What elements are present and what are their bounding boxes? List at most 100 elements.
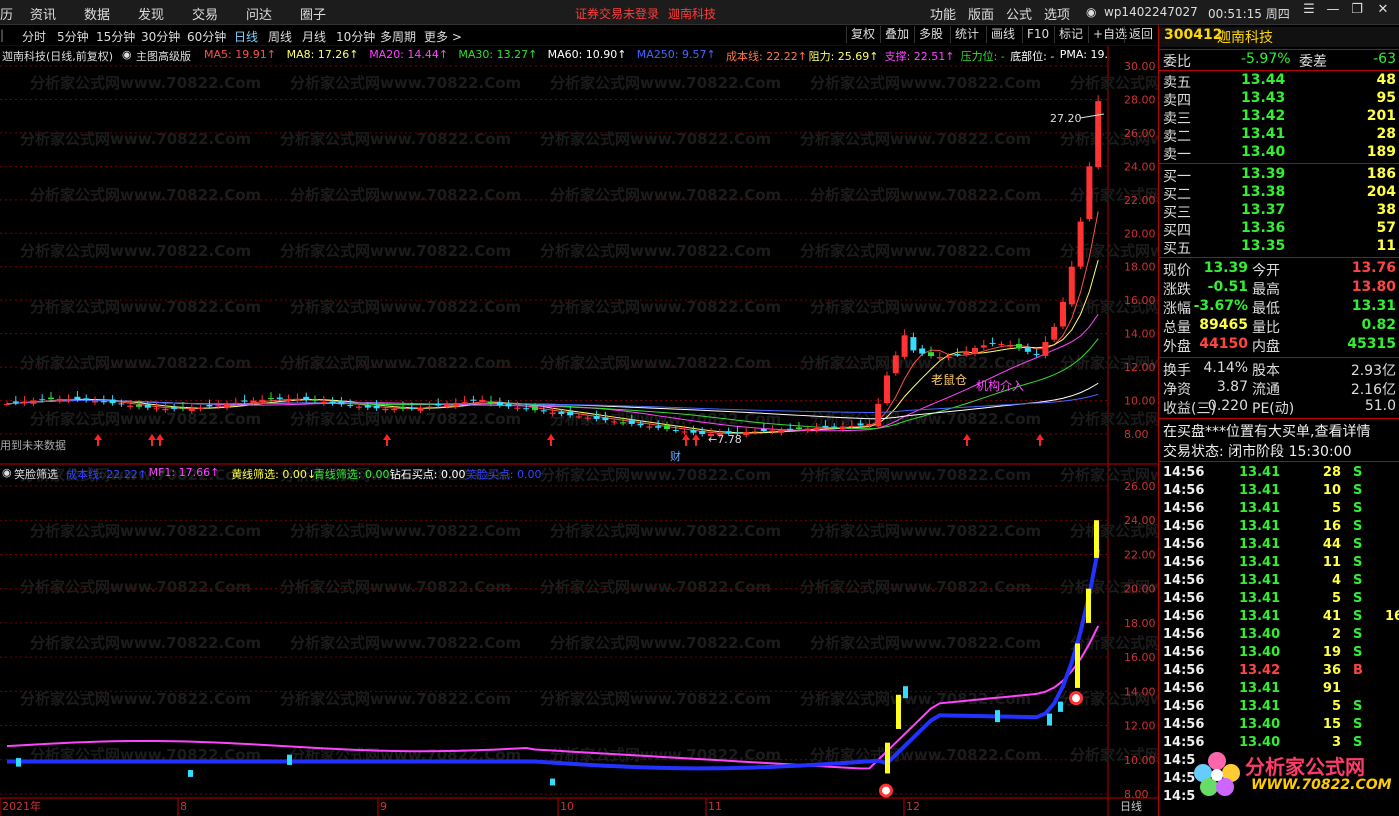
main-indicator-6[interactable]: 成本线: 22.22↑ bbox=[726, 48, 807, 63]
site-logo: 分析家公式网 WWW.70822.COM bbox=[1189, 747, 1399, 799]
candle-body bbox=[848, 425, 855, 427]
stock-title-link[interactable]: 迦南科技 bbox=[668, 5, 716, 22]
tool-adjust[interactable]: 复权 bbox=[846, 26, 879, 43]
period-15min[interactable]: 15分钟 bbox=[96, 28, 135, 45]
ask-row-2[interactable]: 卖二 13.41 28 bbox=[1159, 126, 1399, 145]
sub-y-tick: 20.00 bbox=[1124, 583, 1156, 596]
ask-row-5[interactable]: 卖五 13.44 48 bbox=[1159, 72, 1399, 91]
candle-body bbox=[338, 400, 345, 405]
period-5min[interactable]: 5分钟 bbox=[57, 28, 89, 45]
cyan-bar bbox=[16, 758, 21, 767]
sub-y-tick: 24.00 bbox=[1124, 514, 1156, 527]
candle-body bbox=[162, 408, 169, 411]
sub-indicator-3[interactable]: 青线筛选: 0.00 bbox=[314, 466, 390, 481]
buy-arrow-icon bbox=[94, 434, 102, 446]
tool-back[interactable]: 返回 bbox=[1124, 26, 1157, 43]
period-60min[interactable]: 60分钟 bbox=[187, 28, 226, 45]
period-30min[interactable]: 30分钟 bbox=[141, 28, 180, 45]
big-order-notice[interactable]: 在买盘***位置有大买单,查看详情 bbox=[1159, 421, 1399, 440]
bid-row-2[interactable]: 买二 13.38 204 bbox=[1159, 184, 1399, 203]
tool-draw[interactable]: 画线 bbox=[986, 26, 1019, 43]
sub-indicator-1[interactable]: MF1: 17.66↑ bbox=[149, 466, 220, 479]
main-indicator-2[interactable]: MA20: 14.44↑ bbox=[369, 48, 448, 61]
sub-indicator-2[interactable]: 黄线筛选: 0.00↓ bbox=[231, 466, 316, 481]
main-indicator-10[interactable]: 底部位: - bbox=[1010, 48, 1054, 63]
period-daily[interactable]: 日线 bbox=[234, 28, 258, 45]
trade-status: 交易状态: 闭市阶段 15:30:00 bbox=[1163, 444, 1352, 460]
candle-body bbox=[963, 351, 970, 355]
sub-indicator-5[interactable]: 笑脸买点: 0.00 bbox=[466, 466, 542, 481]
ask-row-4[interactable]: 卖四 13.43 95 bbox=[1159, 90, 1399, 109]
candle-body bbox=[602, 417, 609, 421]
menu-item-formula[interactable]: 公式 bbox=[1006, 4, 1032, 23]
main-indicator-line: 迦南科技(日线,前复权) ◉ 主图高级版 MA5: 19.91↑ MA8: 17.… bbox=[0, 47, 1108, 63]
sub-template-icon[interactable]: ◉ bbox=[2, 466, 12, 479]
sub-chart-title[interactable]: 笑脸筛选 bbox=[14, 466, 58, 481]
menu-item-options[interactable]: 选项 bbox=[1044, 4, 1070, 23]
candle-body bbox=[928, 352, 934, 356]
candle-body bbox=[875, 403, 882, 427]
menu-item-ask[interactable]: 问达 bbox=[246, 4, 272, 23]
cyan-bar bbox=[995, 710, 1000, 723]
menu-item-info[interactable]: 资讯 bbox=[30, 4, 56, 23]
period-weekly[interactable]: 周线 bbox=[268, 28, 292, 45]
main-chart-title[interactable]: 迦南科技(日线,前复权) bbox=[2, 48, 113, 63]
menu-item-layout[interactable]: 版面 bbox=[968, 4, 994, 23]
main-indicator-5[interactable]: MA250: 9.57↑ bbox=[637, 48, 716, 61]
close-icon[interactable]: ✕ bbox=[1370, 2, 1396, 22]
main-indicator-11[interactable]: PMA: 19.9◇ bbox=[1060, 48, 1108, 61]
menu-item-function[interactable]: 功能 bbox=[930, 4, 956, 23]
period-intraday[interactable]: 分时 bbox=[22, 28, 46, 45]
menu-item-circle[interactable]: 圈子 bbox=[300, 4, 326, 23]
smiley-inner bbox=[882, 786, 890, 795]
sub-indicator-0[interactable]: 成本线: 22.22↑ bbox=[66, 466, 147, 481]
period-left-icon[interactable]: | bbox=[0, 28, 4, 42]
ask-row-3[interactable]: 卖三 13.42 201 bbox=[1159, 108, 1399, 127]
template-icon[interactable]: ◉ bbox=[122, 48, 132, 61]
main-indicator-3[interactable]: MA30: 13.27↑ bbox=[458, 48, 537, 61]
main-indicator-1[interactable]: MA8: 17.26↑ bbox=[287, 48, 359, 61]
template-name[interactable]: 主图高级版 bbox=[136, 48, 191, 63]
kline-chart[interactable]: 分析家公式网www.70822.Com 分析家公式网www.70822.Com 分析… bbox=[0, 46, 1158, 816]
bid-row-3[interactable]: 买三 13.37 38 bbox=[1159, 202, 1399, 221]
period-monthly[interactable]: 月线 bbox=[302, 28, 326, 45]
candle-body bbox=[989, 342, 996, 344]
candle-body bbox=[540, 410, 547, 412]
period-10min[interactable]: 10分钟 bbox=[336, 28, 375, 45]
tool-stats[interactable]: 统计 bbox=[950, 26, 983, 43]
candle-body bbox=[980, 345, 987, 348]
tool-mark[interactable]: 标记 bbox=[1054, 26, 1087, 43]
watermark-text: 分析家公式网www.70822.Com bbox=[280, 578, 511, 596]
username[interactable]: wp1402247027 bbox=[1104, 5, 1198, 19]
window-menu-icon[interactable]: ☰ bbox=[1296, 2, 1322, 22]
main-indicator-8[interactable]: 支撑: 22.51↑ bbox=[885, 48, 955, 63]
restore-icon[interactable]: ❐ bbox=[1344, 2, 1370, 22]
menu-edge-icon[interactable]: 历 bbox=[0, 4, 13, 23]
menu-item-discover[interactable]: 发现 bbox=[138, 4, 164, 23]
tool-multi-stock[interactable]: 多股 bbox=[914, 26, 947, 43]
watermark-text: 分析家公式网www.70822.Com bbox=[290, 634, 521, 652]
tool-overlay[interactable]: 叠加 bbox=[880, 26, 913, 43]
minimize-icon[interactable]: — bbox=[1320, 2, 1346, 22]
quote-header: 300412 迦南科技 bbox=[1159, 27, 1399, 47]
bid-row-1[interactable]: 买一 13.39 186 bbox=[1159, 166, 1399, 185]
period-more[interactable]: 更多 > bbox=[424, 28, 462, 45]
period-multi[interactable]: 多周期 bbox=[380, 28, 416, 45]
sub-indicator-line: ◉ 笑脸筛选 成本线: 22.22↑ MF1: 17.66↑ 黄线筛选: 0.00↓… bbox=[0, 465, 1108, 481]
menu-item-data[interactable]: 数据 bbox=[84, 4, 110, 23]
main-indicator-9[interactable]: 压力位: - bbox=[961, 48, 1005, 63]
main-indicator-4[interactable]: MA60: 10.90↑ bbox=[548, 48, 627, 61]
main-indicator-7[interactable]: 阻力: 25.69↑ bbox=[809, 48, 879, 63]
login-warning[interactable]: 证券交易未登录 bbox=[575, 5, 659, 22]
tool-f10[interactable]: F10 bbox=[1022, 26, 1053, 43]
sub-indicator-4[interactable]: 钻石买点: 0.00 bbox=[390, 466, 466, 481]
low-price-label: ←7.78 bbox=[708, 433, 742, 446]
ask-row-1[interactable]: 卖一 13.40 189 bbox=[1159, 144, 1399, 163]
candle-body bbox=[655, 426, 662, 428]
menu-item-trade[interactable]: 交易 bbox=[192, 4, 218, 23]
main-indicator-0[interactable]: MA5: 19.91↑ bbox=[204, 48, 276, 61]
bid-row-5[interactable]: 买五 13.35 11 bbox=[1159, 238, 1399, 257]
candle-body bbox=[259, 399, 266, 403]
bid-row-4[interactable]: 买四 13.36 57 bbox=[1159, 220, 1399, 239]
user-icon[interactable]: ◉ bbox=[1086, 5, 1096, 19]
